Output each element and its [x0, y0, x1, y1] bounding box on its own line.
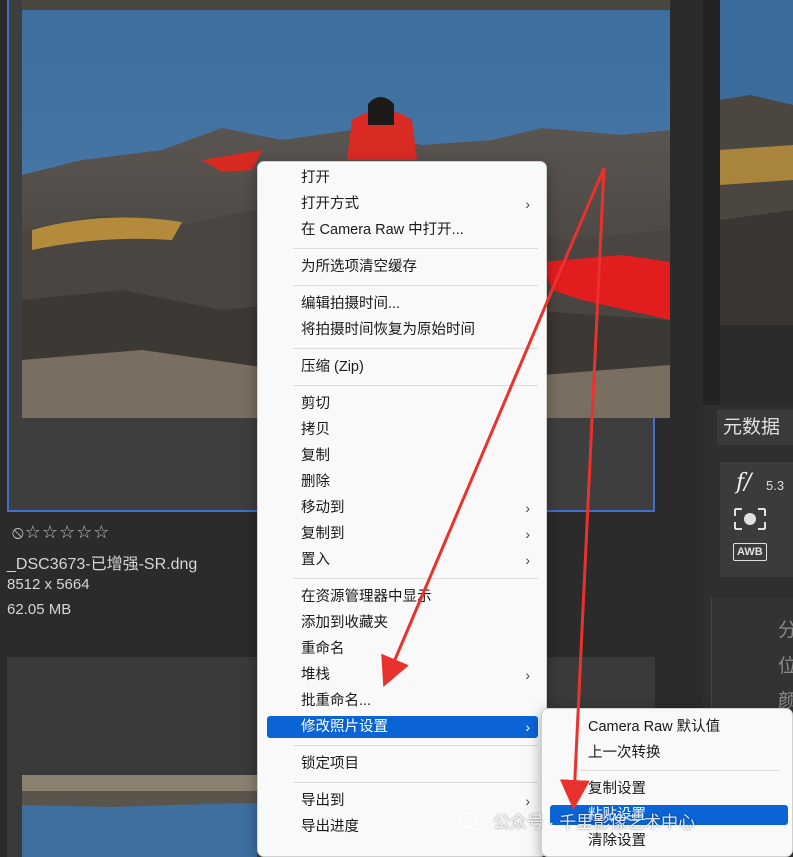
menu-separator	[293, 745, 538, 746]
metadata-label-fragment: 分	[778, 620, 793, 641]
menu-item-label: 编辑拍摄时间...	[301, 296, 401, 312]
menu-item-copy[interactable]: 拷贝	[267, 419, 538, 441]
menu-item-label: 复制	[301, 448, 330, 464]
rating-stars[interactable]: ⦸☆☆☆☆☆	[12, 522, 110, 543]
chevron-right-icon: ›	[525, 526, 530, 542]
menu-item-label: 剪切	[301, 396, 330, 412]
submenu-item-copy-settings[interactable]: 复制设置	[550, 778, 788, 800]
menu-item-develop-settings[interactable]: 修改照片设置 ›	[267, 716, 538, 738]
menu-separator	[293, 782, 538, 783]
menu-item-label: 拷贝	[301, 422, 330, 438]
menu-item-label: 打开方式	[301, 196, 359, 212]
image-dimensions: 8512 x 5664	[7, 576, 90, 593]
menu-item-add-to-favorites[interactable]: 添加到收藏夹	[267, 612, 538, 634]
menu-item-label: 复制设置	[588, 781, 646, 797]
submenu-item-previous-conversion[interactable]: 上一次转换	[550, 742, 788, 764]
watermark-text: 公众号 · 千里影像艺术中心	[493, 813, 696, 832]
photo-image	[22, 775, 257, 857]
menu-item-compress-zip[interactable]: 压缩 (Zip)	[267, 356, 538, 378]
menu-item-label: 将拍摄时间恢复为原始时间	[301, 322, 475, 338]
file-name: _DSC3673-已增强-SR.dng	[7, 556, 198, 573]
menu-item-label: 锁定项目	[301, 756, 359, 772]
develop-settings-submenu: Camera Raw 默认值 上一次转换 复制设置 粘贴设置 清除设置	[541, 708, 793, 857]
menu-separator	[293, 578, 538, 579]
menu-item-duplicate[interactable]: 复制	[267, 445, 538, 467]
chevron-right-icon: ›	[525, 196, 530, 212]
menu-item-label: 上一次转换	[588, 745, 661, 761]
menu-item-label: 批重命名...	[301, 693, 372, 709]
aperture-icon: f/	[736, 470, 752, 495]
menu-item-edit-capture-time[interactable]: 编辑拍摄时间...	[267, 293, 538, 315]
menu-item-reveal-in-explorer[interactable]: 在资源管理器中显示	[267, 586, 538, 608]
aperture-value: 5.3	[766, 478, 785, 493]
menu-item-open-with[interactable]: 打开方式 ›	[267, 193, 538, 215]
menu-separator	[293, 385, 538, 386]
menu-item-revert-capture-time[interactable]: 将拍摄时间恢复为原始时间	[267, 319, 538, 341]
tab-metadata[interactable]: 元数据	[717, 410, 793, 445]
chevron-right-icon: ›	[525, 667, 530, 683]
menu-item-label: 修改照片设置	[301, 719, 388, 735]
menu-item-batch-rename[interactable]: 批重命名...	[267, 690, 538, 712]
menu-item-purge-cache[interactable]: 为所选项清空缓存	[267, 256, 538, 278]
menu-item-label: 置入	[301, 552, 330, 568]
menu-item-label: 复制到	[301, 526, 345, 542]
photo-thumbnail-second[interactable]	[22, 775, 257, 857]
menu-item-label: 移动到	[301, 500, 345, 516]
menu-item-open-in-camera-raw[interactable]: 在 Camera Raw 中打开...	[267, 219, 538, 241]
menu-item-cut[interactable]: 剪切	[267, 393, 538, 415]
menu-item-move-to[interactable]: 移动到 ›	[267, 497, 538, 519]
menu-separator	[293, 285, 538, 286]
context-menu: 打开 打开方式 › 在 Camera Raw 中打开... 为所选项清空缓存 编辑…	[257, 161, 547, 857]
menu-item-label: Camera Raw 默认值	[588, 719, 721, 735]
menu-item-place[interactable]: 置入 ›	[267, 549, 538, 571]
menu-item-label: 为所选项清空缓存	[301, 259, 417, 275]
menu-item-label: 压缩 (Zip)	[301, 359, 364, 375]
submenu-item-clear-settings[interactable]: 清除设置	[550, 830, 788, 852]
chevron-right-icon: ›	[525, 500, 530, 516]
menu-item-label: 打开	[301, 170, 330, 186]
menu-item-label: 堆栈	[301, 667, 330, 683]
menu-item-label: 清除设置	[588, 833, 646, 849]
metadata-label-fragment: 位	[778, 656, 793, 677]
white-balance-icon: AWB	[733, 543, 767, 561]
metering-mode-icon	[734, 508, 766, 530]
chevron-right-icon: ›	[525, 719, 530, 735]
photo-image	[720, 0, 793, 325]
menu-separator	[293, 248, 538, 249]
menu-separator	[293, 348, 538, 349]
menu-item-delete[interactable]: 删除	[267, 471, 538, 493]
menu-item-rename[interactable]: 重命名	[267, 638, 538, 660]
menu-item-label: 删除	[301, 474, 330, 490]
menu-item-open[interactable]: 打开	[267, 167, 538, 189]
submenu-item-camera-raw-defaults[interactable]: Camera Raw 默认值	[550, 716, 788, 738]
menu-item-label: 导出进度	[301, 819, 359, 835]
menu-item-label: 重命名	[301, 641, 345, 657]
file-size: 62.05 MB	[7, 601, 72, 618]
menu-item-label: 导出到	[301, 793, 345, 809]
menu-item-stack[interactable]: 堆栈 ›	[267, 664, 538, 686]
menu-item-lock-item[interactable]: 锁定项目	[267, 753, 538, 775]
menu-separator	[580, 770, 780, 771]
menu-item-label: 在资源管理器中显示	[301, 589, 432, 605]
menu-item-label: 添加到收藏夹	[301, 615, 388, 631]
chevron-right-icon: ›	[525, 552, 530, 568]
menu-item-label: 在 Camera Raw 中打开...	[301, 222, 464, 238]
menu-item-copy-to[interactable]: 复制到 ›	[267, 523, 538, 545]
photo-thumbnail-right[interactable]	[720, 0, 793, 325]
